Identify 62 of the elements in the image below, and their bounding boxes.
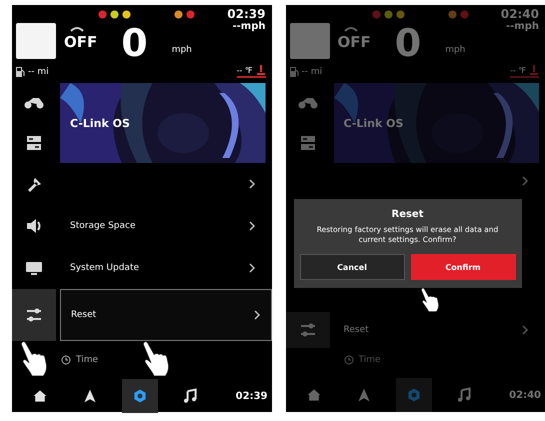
speed-limit: --mph xyxy=(506,21,539,32)
clock-icon xyxy=(344,355,354,366)
settings-row[interactable]: Reset xyxy=(60,289,272,341)
range-reading: -- mi xyxy=(28,66,49,76)
warning-light-icon xyxy=(384,10,392,18)
chevron-right-icon xyxy=(248,221,256,231)
warning-light-icon xyxy=(448,10,456,18)
settings-row[interactable]: Storage Space xyxy=(60,205,266,247)
cruise-status: OFF xyxy=(338,33,371,51)
pointing-hand-icon xyxy=(143,341,170,377)
temperature-reading: -- ℉ xyxy=(236,66,252,74)
warning-light-icon xyxy=(174,10,183,18)
sidebar-tab[interactable] xyxy=(12,289,56,341)
settings-row[interactable]: System Update xyxy=(60,247,266,289)
warning-light-icon xyxy=(372,10,380,18)
speed-limit: --mph xyxy=(232,21,266,32)
clock-time: 02:39 xyxy=(236,390,268,402)
warning-light-icon xyxy=(396,10,404,18)
navigation-arrow-icon[interactable] xyxy=(82,388,98,404)
pointing-hand-icon xyxy=(21,341,47,377)
clock-time: 02:40 xyxy=(500,7,539,21)
settings-icon[interactable] xyxy=(132,388,148,404)
chevron-right-icon xyxy=(252,310,260,320)
chevron-right-icon xyxy=(521,325,529,336)
cruise-status: OFF xyxy=(64,33,98,51)
warning-light-icon xyxy=(186,10,195,18)
speed-unit: mph xyxy=(445,45,466,55)
os-banner[interactable]: C-Link OS xyxy=(334,83,539,163)
speed-reading: 0 xyxy=(394,21,422,65)
thermometer-icon xyxy=(256,65,266,75)
speed-unit: mph xyxy=(172,45,192,55)
thermometer-icon xyxy=(529,65,539,75)
cruise-icon xyxy=(344,25,358,33)
chevron-right-icon xyxy=(521,176,529,186)
warning-light-icon xyxy=(460,10,468,18)
clock-time: 02:40 xyxy=(509,390,541,400)
confirm-button[interactable]: Confirm xyxy=(410,254,516,280)
chevron-right-icon xyxy=(248,263,256,273)
fuel-icon xyxy=(16,66,25,76)
clock-icon xyxy=(61,355,71,365)
range-reading: -- mi xyxy=(302,66,322,76)
section-heading: Time xyxy=(358,355,381,366)
clock-time: 02:39 xyxy=(227,7,266,21)
banner-title: C-Link OS xyxy=(70,116,131,130)
temperature-reading: -- ℉ xyxy=(510,66,526,74)
speed-reading: 0 xyxy=(121,21,148,65)
indicator-panel xyxy=(290,23,330,59)
music-note-icon[interactable] xyxy=(182,388,198,404)
os-banner[interactable]: C-Link OS xyxy=(60,83,266,163)
section-heading: Time xyxy=(76,355,98,365)
cancel-button[interactable]: Cancel xyxy=(300,254,404,280)
chevron-right-icon xyxy=(248,179,256,189)
banner-title: C-Link OS xyxy=(344,116,404,130)
dialog-title: Reset xyxy=(392,209,424,220)
home-icon[interactable] xyxy=(32,388,48,404)
warning-light-icon xyxy=(98,10,107,18)
warning-light-icon xyxy=(110,10,119,18)
warning-light-icon xyxy=(122,10,131,18)
settings-row[interactable]: Reset xyxy=(334,312,539,348)
indicator-panel xyxy=(16,23,56,59)
fuel-icon xyxy=(290,66,298,76)
cruise-icon xyxy=(70,25,84,33)
